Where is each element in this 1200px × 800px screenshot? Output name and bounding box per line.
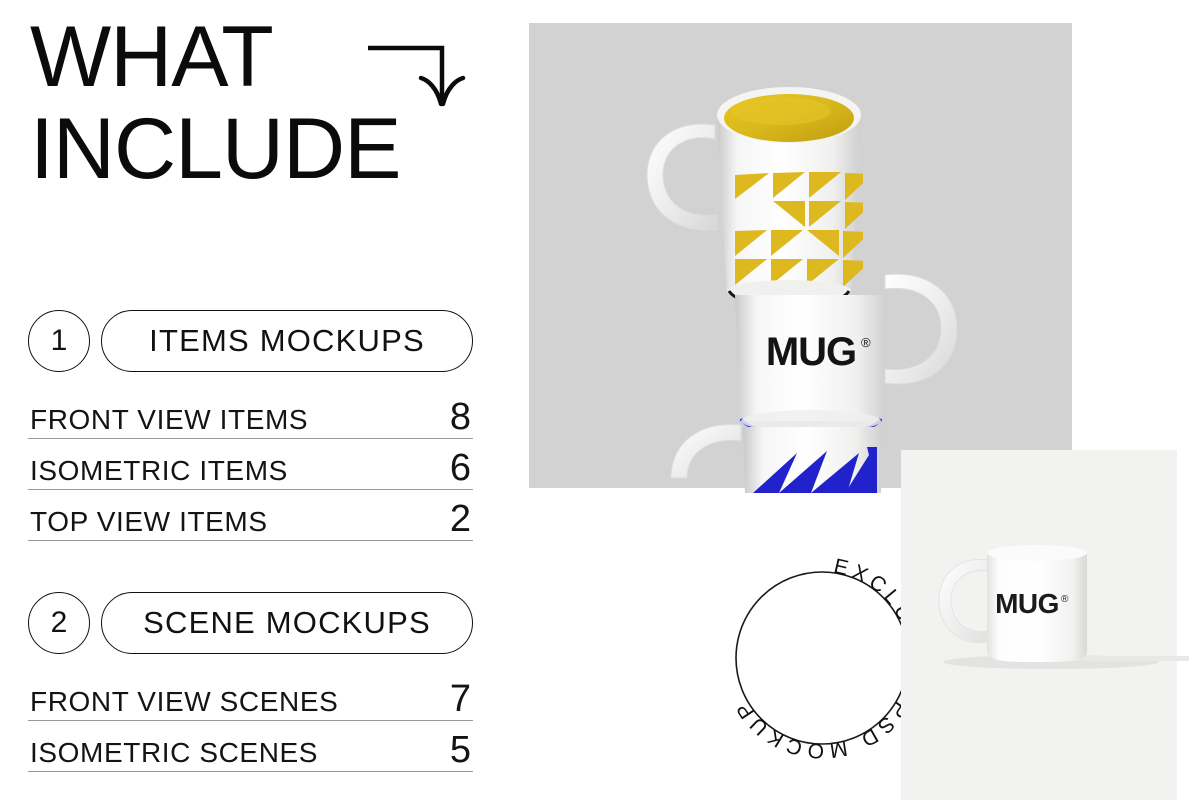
section-scene-mockups: 2 SCENE MOCKUPS FRONT VIEW SCENES 7 ISOM… [28, 592, 473, 772]
single-mug-photo-panel: MUG ® [901, 450, 1189, 800]
list-item-count: 2 [449, 498, 471, 540]
list-item[interactable]: TOP VIEW ITEMS 2 [28, 490, 473, 541]
left-content-column: WHAT INCLUDE 1 ITEMS MOCKUPS FRONT VIEW … [0, 0, 520, 800]
svg-text:MUG: MUG [766, 330, 856, 374]
poster-root: WHAT INCLUDE 1 ITEMS MOCKUPS FRONT VIEW … [0, 0, 1200, 800]
section-header: 2 SCENE MOCKUPS [28, 592, 473, 654]
list-item[interactable]: ISOMETRIC SCENES 5 [28, 721, 473, 772]
arrow-down-curved-icon [366, 42, 476, 112]
section-number-badge: 1 [28, 310, 90, 372]
title-line-2: INCLUDE [30, 101, 402, 197]
section-title-pill[interactable]: ITEMS MOCKUPS [101, 310, 473, 372]
svg-text:®: ® [861, 335, 871, 350]
exclusive-psd-mockup-stamp: EXCLUSIVE PSD MOCKUP [716, 552, 928, 764]
section-header: 1 ITEMS MOCKUPS [28, 310, 473, 372]
list-item-label: ISOMETRIC SCENES [30, 737, 319, 768]
list-item-count: 8 [449, 396, 471, 438]
list-item-count: 5 [449, 729, 471, 771]
list-item[interactable]: FRONT VIEW SCENES 7 [28, 670, 473, 721]
section-title-pill[interactable]: SCENE MOCKUPS [101, 592, 473, 654]
svg-text:MUG: MUG [995, 588, 1059, 619]
list-item-label: ISOMETRIC ITEMS [30, 455, 288, 486]
list-item-count: 7 [449, 678, 471, 720]
scenes-list: FRONT VIEW SCENES 7 ISOMETRIC SCENES 5 [28, 670, 473, 772]
list-item[interactable]: ISOMETRIC ITEMS 6 [28, 439, 473, 490]
mug-stack-photo-panel: MUG ® [529, 23, 1072, 493]
items-list: FRONT VIEW ITEMS 8 ISOMETRIC ITEMS 6 TOP… [28, 388, 473, 541]
list-item[interactable]: FRONT VIEW ITEMS 8 [28, 388, 473, 439]
svg-text:EXCLUSIVE PSD MOCKUP: EXCLUSIVE PSD MOCKUP [730, 555, 926, 763]
list-item-count: 6 [449, 447, 471, 489]
list-item-label: FRONT VIEW ITEMS [30, 404, 309, 435]
list-item-label: FRONT VIEW SCENES [30, 686, 339, 717]
list-item-label: TOP VIEW ITEMS [30, 506, 268, 537]
stamp-text: EXCLUSIVE PSD MOCKUP [730, 555, 922, 763]
svg-text:®: ® [1061, 594, 1069, 605]
section-items-mockups: 1 ITEMS MOCKUPS FRONT VIEW ITEMS 8 ISOME… [28, 310, 473, 541]
section-number-badge: 2 [28, 592, 90, 654]
